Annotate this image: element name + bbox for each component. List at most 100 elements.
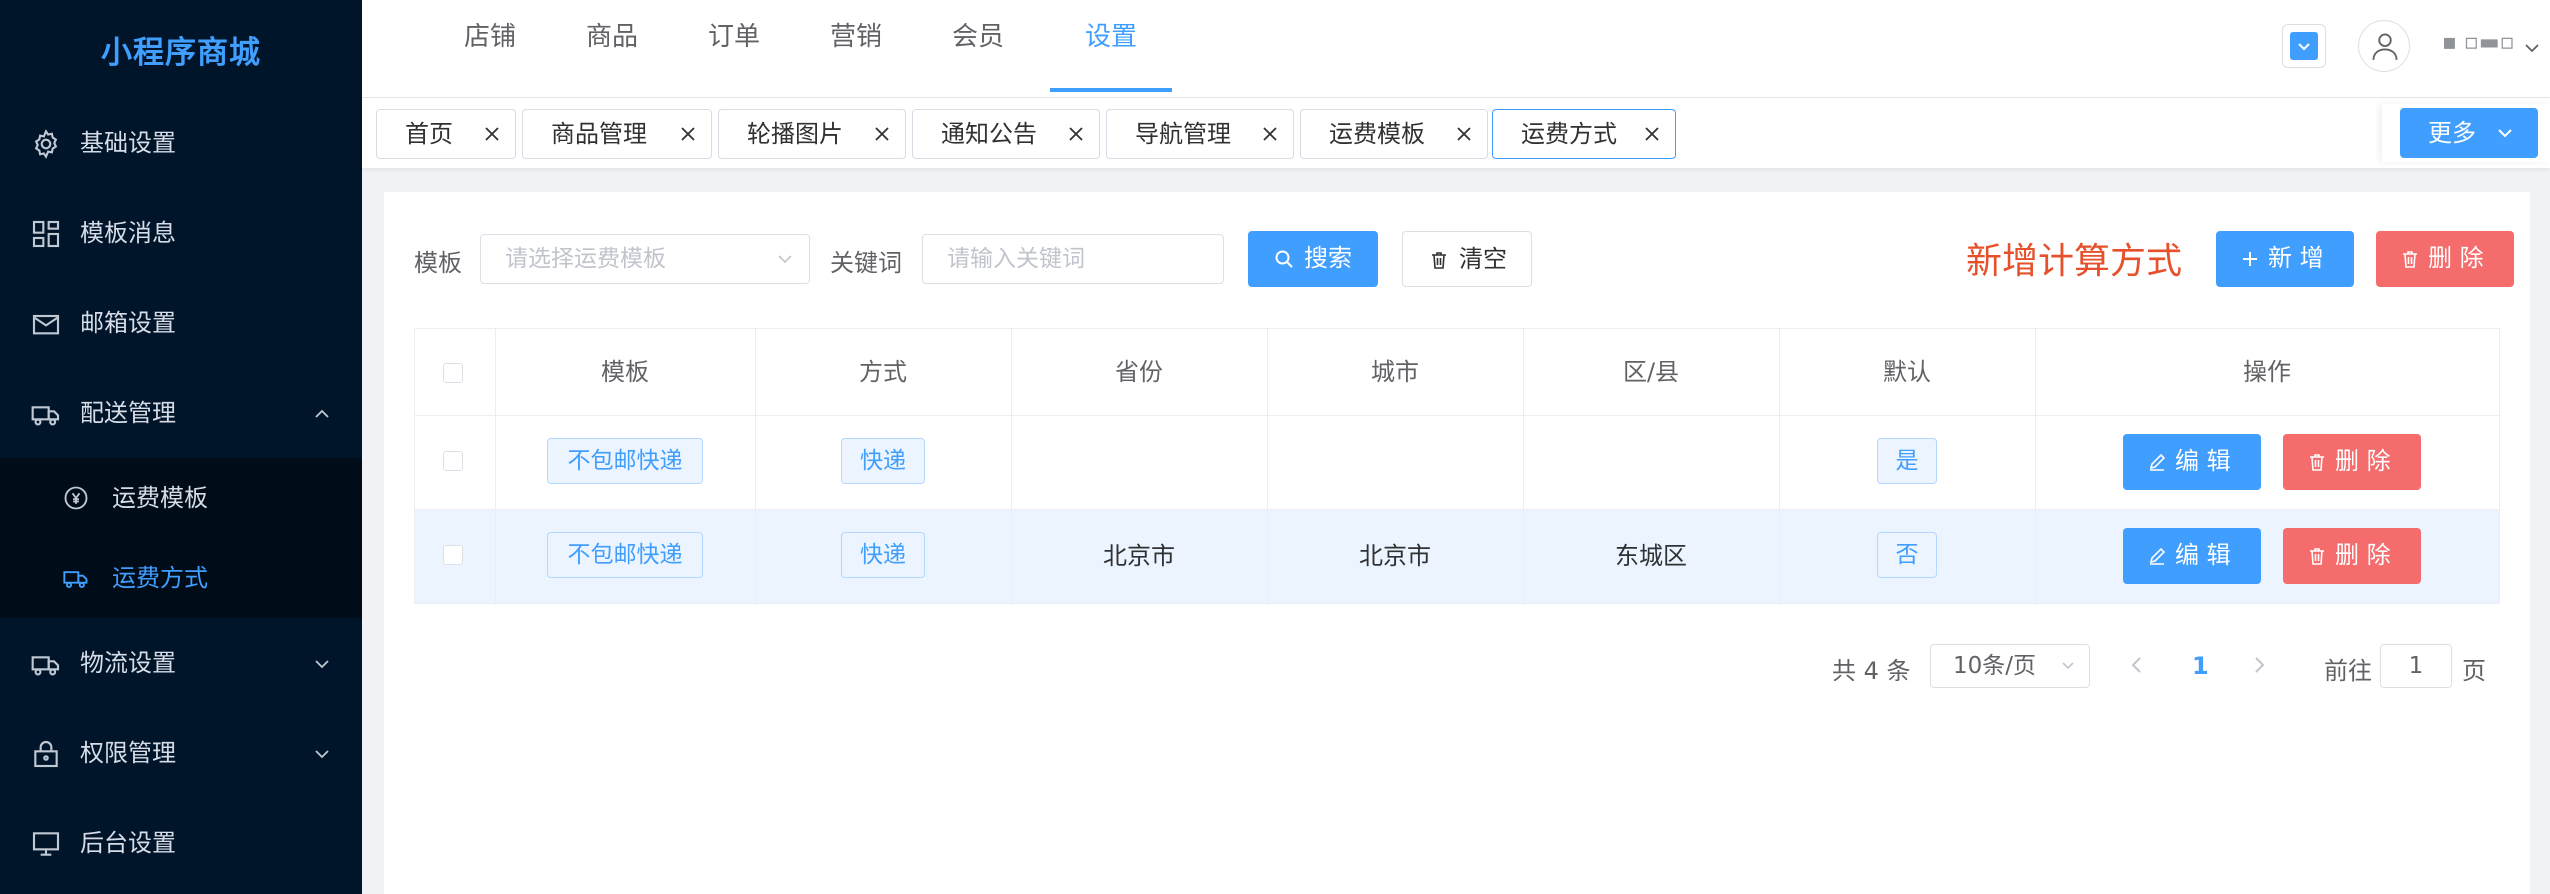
- yen-circle-icon: [64, 486, 88, 510]
- tab-label: 商品管理: [551, 120, 647, 148]
- trash-icon: [1432, 252, 1446, 269]
- current-page[interactable]: 1: [2192, 652, 2209, 680]
- goto-page-input[interactable]: 1: [2380, 644, 2452, 688]
- topnav-shop[interactable]: 店铺: [460, 0, 520, 92]
- sidebar-item-label: 模板消息: [80, 219, 176, 247]
- column-header-district: 区/县: [1622, 358, 1680, 386]
- sidebar-item-template-message[interactable]: 模板消息: [0, 188, 362, 278]
- sidebar-item-mail-settings[interactable]: 邮箱设置: [0, 278, 362, 368]
- topnav-marketing[interactable]: 营销: [826, 0, 886, 92]
- sidebar: 小程序商城 基础设置 模板消息 邮箱设置 配送管理 运费模板 运费方式 物流设置: [0, 0, 362, 894]
- add-button[interactable]: 新 增: [2216, 231, 2354, 287]
- bulk-delete-button[interactable]: 删 除: [2376, 231, 2514, 287]
- table-column-divider: [495, 329, 496, 605]
- more-label: 更多: [2428, 119, 2476, 147]
- app-logo: 小程序商城: [101, 34, 261, 71]
- username[interactable]: ▪ ▫▬▫: [2442, 30, 2515, 55]
- keyword-input-placeholder: 请输入关键词: [947, 246, 1085, 272]
- prev-page-icon[interactable]: [2126, 654, 2148, 676]
- close-icon[interactable]: [483, 125, 501, 143]
- delete-button-label: 删 除: [2335, 447, 2391, 475]
- tab-notice[interactable]: 通知公告: [912, 109, 1100, 159]
- close-icon[interactable]: [1261, 125, 1279, 143]
- tab-carousel-images[interactable]: 轮播图片: [718, 109, 906, 159]
- sidebar-item-label: 运费模板: [112, 484, 208, 512]
- edit-button[interactable]: 编 辑: [2123, 528, 2261, 584]
- avatar[interactable]: [2358, 20, 2410, 72]
- chevron-down-icon: [315, 750, 329, 759]
- close-icon[interactable]: [1455, 125, 1473, 143]
- sidebar-subitem-freight-method[interactable]: 运费方式: [0, 538, 362, 618]
- search-button[interactable]: 搜索: [1248, 231, 1378, 287]
- table-column-divider: [1523, 329, 1524, 605]
- close-icon[interactable]: [1067, 125, 1085, 143]
- sidebar-item-basic-settings[interactable]: 基础设置: [0, 98, 362, 188]
- column-header-province: 省份: [1115, 358, 1163, 386]
- template-filter-label: 模板: [414, 249, 462, 277]
- sidebar-item-logistics-settings[interactable]: 物流设置: [0, 618, 362, 708]
- next-page-icon[interactable]: [2248, 654, 2270, 676]
- close-icon[interactable]: [679, 125, 697, 143]
- lock-icon: [34, 741, 58, 768]
- sidebar-item-label: 邮箱设置: [80, 309, 176, 337]
- topnav-goods[interactable]: 商品: [582, 0, 642, 92]
- table-column-divider: [1011, 329, 1012, 605]
- edit-button[interactable]: 编 辑: [2123, 434, 2261, 490]
- close-icon[interactable]: [1643, 125, 1661, 143]
- plus-icon: [2243, 252, 2257, 266]
- tab-freight-template[interactable]: 运费模板: [1300, 109, 1488, 159]
- chevron-down-icon: [315, 660, 329, 669]
- tab-navigation-management[interactable]: 导航管理: [1106, 109, 1294, 159]
- bulk-delete-button-label: 删 除: [2428, 244, 2484, 272]
- clear-button[interactable]: 清空: [1402, 231, 1532, 287]
- row-checkbox[interactable]: [443, 545, 463, 565]
- truck-icon: [31, 656, 60, 676]
- delete-button[interactable]: 删 除: [2283, 434, 2421, 490]
- method-tag: 快递: [841, 532, 925, 578]
- table-column-divider: [755, 329, 756, 605]
- tab-label: 运费模板: [1329, 120, 1425, 148]
- tab-freight-method[interactable]: 运费方式: [1492, 109, 1676, 159]
- chevron-down-icon: [2498, 129, 2512, 138]
- goto-label: 前往: [2324, 657, 2372, 685]
- van-icon: [63, 571, 88, 589]
- topnav-members[interactable]: 会员: [948, 0, 1008, 92]
- topnav-settings[interactable]: 设置: [1050, 0, 1172, 92]
- tab-label: 轮播图片: [747, 120, 843, 148]
- table-column-divider: [2035, 329, 2036, 605]
- column-header-method: 方式: [859, 358, 907, 386]
- keyword-input[interactable]: 请输入关键词: [922, 234, 1224, 284]
- add-button-label: 新 增: [2268, 244, 2324, 272]
- trash-icon: [2310, 454, 2324, 471]
- topnav-orders[interactable]: 订单: [704, 0, 764, 92]
- row-checkbox[interactable]: [443, 451, 463, 471]
- chevron-down-icon[interactable]: [2522, 38, 2542, 58]
- pagination-total: 共 4 条: [1832, 657, 1911, 685]
- template-select-placeholder: 请选择运费模板: [505, 246, 666, 272]
- template-tag: 不包邮快递: [547, 532, 703, 578]
- freight-method-table: 模板 方式 省份 城市 区/县 默认 操作 不包邮快递 快递 是 编 辑 删 除…: [414, 328, 2500, 605]
- template-select[interactable]: 请选择运费模板: [480, 234, 810, 284]
- more-tabs-button[interactable]: 更多: [2400, 108, 2538, 158]
- page-suffix: 页: [2462, 657, 2486, 685]
- tab-home[interactable]: 首页: [376, 109, 516, 159]
- trash-icon: [2403, 251, 2417, 268]
- edit-icon: [2149, 547, 2166, 565]
- sidebar-item-permission-management[interactable]: 权限管理: [0, 708, 362, 798]
- top-navbar: 店铺 商品 订单 营销 会员 设置 ▪ ▫▬▫: [362, 0, 2550, 98]
- topbar-dropdown-button[interactable]: [2282, 24, 2326, 68]
- main-content-card: 模板 请选择运费模板 关键词 请输入关键词 搜索 清空 新增计算方式 新 增 删…: [384, 192, 2530, 894]
- close-icon[interactable]: [873, 125, 891, 143]
- chevron-down-icon: [778, 255, 792, 264]
- sidebar-item-backend-settings[interactable]: 后台设置: [0, 798, 362, 888]
- sidebar-subitem-freight-template[interactable]: 运费模板: [0, 458, 362, 538]
- tab-goods-management[interactable]: 商品管理: [522, 109, 712, 159]
- promo-text: 新增计算方式: [1966, 241, 2183, 282]
- edit-button-label: 编 辑: [2175, 541, 2231, 569]
- district-cell: 东城区: [1615, 542, 1687, 570]
- grid-icon: [32, 220, 60, 248]
- delete-button[interactable]: 删 除: [2283, 528, 2421, 584]
- sidebar-item-delivery-management[interactable]: 配送管理: [0, 368, 362, 458]
- page-size-select[interactable]: 10条/页: [1930, 644, 2090, 688]
- select-all-checkbox[interactable]: [443, 363, 463, 383]
